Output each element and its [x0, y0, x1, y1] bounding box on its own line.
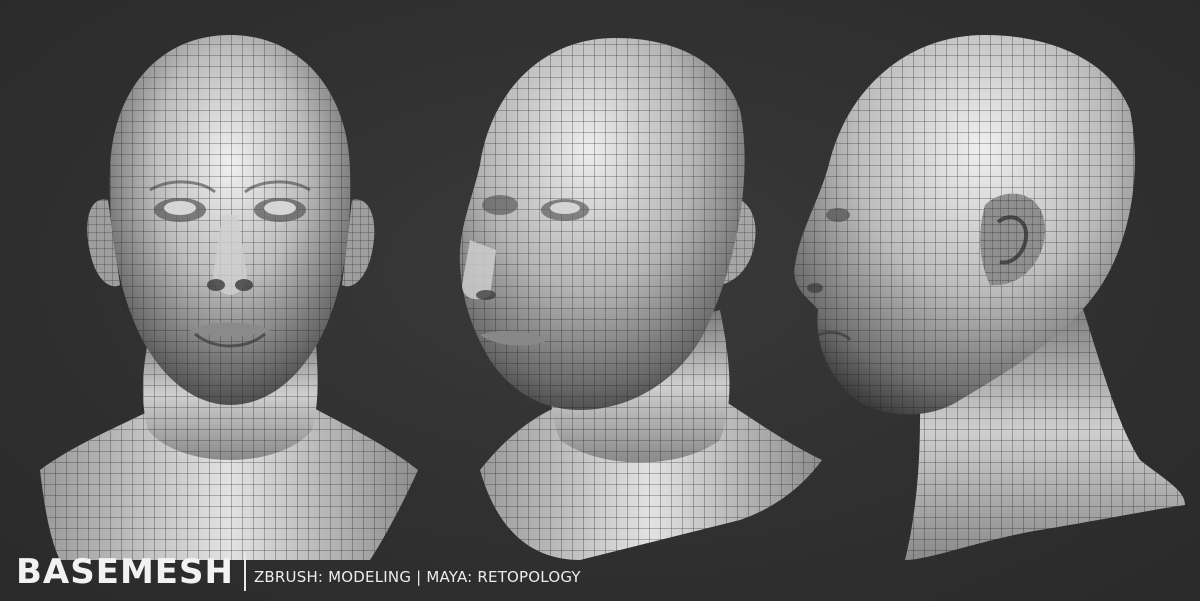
caption-bar: BASEMESH ZBRUSH: MODELING | MAYA: RETOPO… [16, 548, 581, 596]
side-view-head [794, 35, 1185, 560]
three-quarter-view-head [459, 38, 822, 560]
caption-title: BASEMESH [16, 552, 234, 592]
caption-subtitle: ZBRUSH: MODELING | MAYA: RETOPOLOGY [253, 568, 581, 586]
basemesh-render [40, 35, 1185, 560]
caption-divider [243, 553, 246, 591]
artwork-canvas: BASEMESH ZBRUSH: MODELING | MAYA: RETOPO… [0, 0, 1200, 601]
front-view-head [40, 35, 418, 560]
